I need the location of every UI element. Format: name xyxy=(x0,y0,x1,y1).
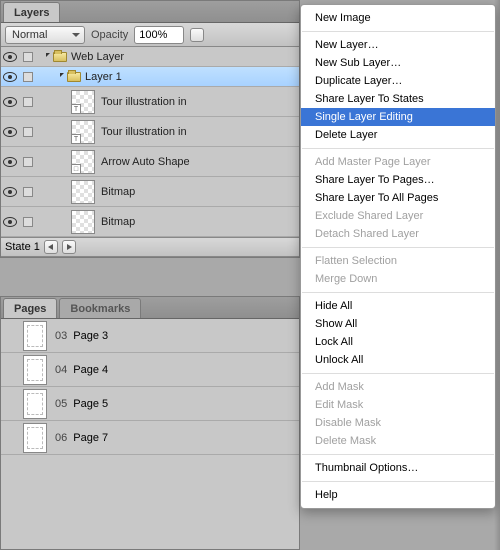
lock-toggle[interactable] xyxy=(23,217,33,227)
menu-item[interactable]: Lock All xyxy=(301,333,495,351)
tab-layers[interactable]: Layers xyxy=(3,2,60,22)
lock-toggle[interactable] xyxy=(23,72,33,82)
menu-item[interactable]: Thumbnail Options… xyxy=(301,459,495,477)
menu-item: Exclude Shared Layer xyxy=(301,207,495,225)
panel-shadow xyxy=(494,0,500,550)
tab-pages[interactable]: Pages xyxy=(3,298,57,318)
layer-label: Layer 1 xyxy=(85,71,122,83)
disclosure-triangle-icon[interactable] xyxy=(46,53,50,61)
opacity-stepper[interactable] xyxy=(190,28,204,42)
visibility-icon[interactable] xyxy=(3,157,17,167)
menu-item[interactable]: Single Layer Editing xyxy=(301,108,495,126)
page-number: 04 xyxy=(55,364,67,376)
page-name: Page 5 xyxy=(73,398,108,410)
page-row[interactable]: 04 Page 4 xyxy=(1,353,299,387)
layer-row[interactable]: Bitmap xyxy=(1,207,299,237)
page-name: Page 4 xyxy=(73,364,108,376)
page-thumbnail xyxy=(23,355,47,385)
menu-separator xyxy=(302,292,494,293)
menu-separator xyxy=(302,454,494,455)
opacity-label: Opacity xyxy=(91,29,128,41)
menu-separator xyxy=(302,31,494,32)
layer-thumbnail: T xyxy=(71,120,95,144)
folder-icon xyxy=(53,52,67,62)
lock-toggle[interactable] xyxy=(23,187,33,197)
layer-row[interactable]: □ Arrow Auto Shape xyxy=(1,147,299,177)
layer-thumbnail xyxy=(71,210,95,234)
state-next[interactable] xyxy=(62,240,76,254)
visibility-icon[interactable] xyxy=(3,72,17,82)
lock-toggle[interactable] xyxy=(23,52,33,62)
layer-label: Bitmap xyxy=(101,186,135,198)
menu-item[interactable]: Share Layer To States xyxy=(301,90,495,108)
visibility-icon[interactable] xyxy=(3,187,17,197)
page-number: 05 xyxy=(55,398,67,410)
opacity-input[interactable]: 100% xyxy=(134,26,184,44)
layer-row[interactable]: Bitmap xyxy=(1,177,299,207)
page-row[interactable]: 06 Page 7 xyxy=(1,421,299,455)
menu-item: Add Mask xyxy=(301,378,495,396)
lock-toggle[interactable] xyxy=(23,127,33,137)
layer-label: Bitmap xyxy=(101,216,135,228)
menu-item[interactable]: Show All xyxy=(301,315,495,333)
menu-separator xyxy=(302,373,494,374)
menu-item[interactable]: Duplicate Layer… xyxy=(301,72,495,90)
visibility-icon[interactable] xyxy=(3,52,17,62)
menu-separator xyxy=(302,148,494,149)
page-thumbnail xyxy=(23,321,47,351)
menu-item: Disable Mask xyxy=(301,414,495,432)
state-prev[interactable] xyxy=(44,240,58,254)
menu-item: Edit Mask xyxy=(301,396,495,414)
visibility-icon[interactable] xyxy=(3,127,17,137)
menu-item[interactable]: Share Layer To Pages… xyxy=(301,171,495,189)
folder-icon xyxy=(67,72,81,82)
layer-label: Web Layer xyxy=(71,51,124,63)
page-number: 03 xyxy=(55,330,67,342)
page-name: Page 3 xyxy=(73,330,108,342)
layer-thumbnail: □ xyxy=(71,150,95,174)
menu-item: Detach Shared Layer xyxy=(301,225,495,243)
menu-item[interactable]: New Sub Layer… xyxy=(301,54,495,72)
state-label[interactable]: State 1 xyxy=(5,241,40,253)
menu-item[interactable]: Delete Layer xyxy=(301,126,495,144)
layer-label: Arrow Auto Shape xyxy=(101,156,190,168)
layer-label: Tour illustration in xyxy=(101,126,187,138)
visibility-icon[interactable] xyxy=(3,217,17,227)
menu-item[interactable]: Unlock All xyxy=(301,351,495,369)
menu-item[interactable]: Help xyxy=(301,486,495,504)
page-row[interactable]: 05 Page 5 xyxy=(1,387,299,421)
page-thumbnail xyxy=(23,423,47,453)
disclosure-triangle-icon[interactable] xyxy=(60,73,64,81)
tab-bookmarks[interactable]: Bookmarks xyxy=(59,298,141,318)
layer-label: Tour illustration in xyxy=(101,96,187,108)
layer-context-menu: New Image New Layer…New Sub Layer…Duplica… xyxy=(300,4,496,509)
layer-row[interactable]: T Tour illustration in xyxy=(1,117,299,147)
layer-thumbnail xyxy=(71,180,95,204)
lock-toggle[interactable] xyxy=(23,97,33,107)
menu-separator xyxy=(302,247,494,248)
visibility-icon[interactable] xyxy=(3,97,17,107)
layer-row[interactable]: Layer 1 xyxy=(1,67,299,87)
layer-thumbnail: T xyxy=(71,90,95,114)
layer-row[interactable]: T Tour illustration in xyxy=(1,87,299,117)
menu-item: Delete Mask xyxy=(301,432,495,450)
menu-item: Add Master Page Layer xyxy=(301,153,495,171)
layer-row[interactable]: Web Layer xyxy=(1,47,299,67)
page-row[interactable]: 03 Page 3 xyxy=(1,319,299,353)
menu-item: Merge Down xyxy=(301,270,495,288)
menu-item[interactable]: New Image xyxy=(301,9,495,27)
menu-separator xyxy=(302,481,494,482)
blend-mode-select[interactable]: Normal xyxy=(5,26,85,44)
page-thumbnail xyxy=(23,389,47,419)
menu-item[interactable]: New Layer… xyxy=(301,36,495,54)
page-number: 06 xyxy=(55,432,67,444)
menu-item[interactable]: Share Layer To All Pages xyxy=(301,189,495,207)
page-name: Page 7 xyxy=(73,432,108,444)
lock-toggle[interactable] xyxy=(23,157,33,167)
menu-item: Flatten Selection xyxy=(301,252,495,270)
menu-item[interactable]: Hide All xyxy=(301,297,495,315)
